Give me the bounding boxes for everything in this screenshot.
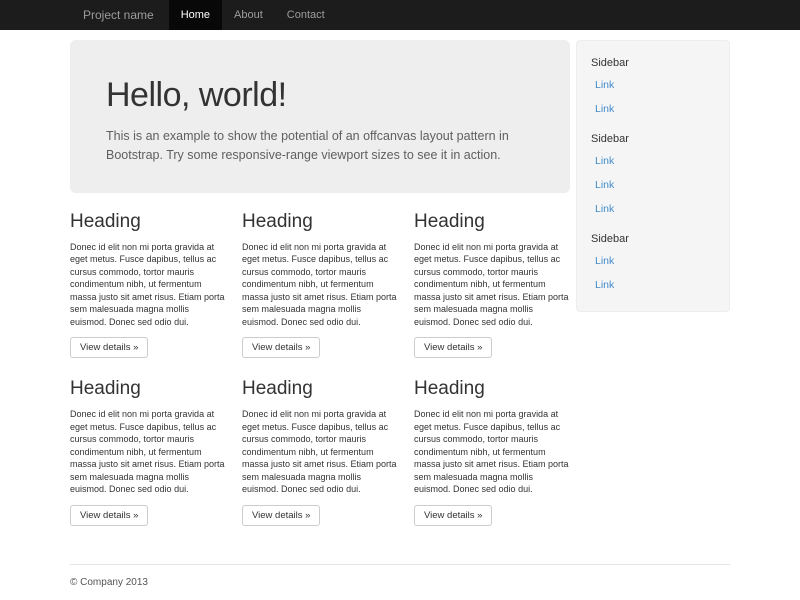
navbar-brand[interactable]: Project name — [70, 0, 169, 30]
sidebar-group: Sidebar Link Link Link — [591, 133, 715, 221]
card-heading: Heading — [242, 378, 398, 400]
card: Heading Donec id elit non mi porta gravi… — [242, 211, 398, 359]
card-body-text: Donec id elit non mi porta gravida at eg… — [242, 408, 398, 496]
card-heading: Heading — [70, 211, 226, 233]
sidebar-link[interactable]: Link — [591, 273, 715, 297]
copyright-text: © Company 2013 — [70, 577, 730, 588]
sidebar-group-title: Sidebar — [591, 233, 715, 245]
card-body-text: Donec id elit non mi porta gravida at eg… — [414, 408, 570, 496]
footer: © Company 2013 — [70, 564, 730, 600]
card-body-text: Donec id elit non mi porta gravida at eg… — [70, 241, 226, 329]
card-body-text: Donec id elit non mi porta gravida at eg… — [414, 241, 570, 329]
main-content: Hello, world! This is an example to show… — [70, 40, 570, 546]
sidebar-link[interactable]: Link — [591, 97, 715, 121]
sidebar-link[interactable]: Link — [591, 173, 715, 197]
sidebar-group: Sidebar Link Link — [591, 233, 715, 297]
card-body-text: Donec id elit non mi porta gravida at eg… — [242, 241, 398, 329]
card: Heading Donec id elit non mi porta gravi… — [414, 211, 570, 359]
view-details-button[interactable]: View details » — [242, 337, 320, 358]
card: Heading Donec id elit non mi porta gravi… — [414, 378, 570, 526]
sidebar-link[interactable]: Link — [591, 149, 715, 173]
card-heading: Heading — [70, 378, 226, 400]
card-heading: Heading — [242, 211, 398, 233]
card-heading: Heading — [414, 211, 570, 233]
cards-row-1: Heading Donec id elit non mi porta gravi… — [70, 211, 570, 359]
sidebar-group-title: Sidebar — [591, 57, 715, 69]
navbar-inner: Project name Home About Contact — [70, 0, 730, 30]
nav-item-contact[interactable]: Contact — [275, 0, 337, 30]
view-details-button[interactable]: View details » — [414, 505, 492, 526]
sidebar-link[interactable]: Link — [591, 249, 715, 273]
sidebar-link[interactable]: Link — [591, 73, 715, 97]
card-body-text: Donec id elit non mi porta gravida at eg… — [70, 408, 226, 496]
nav-item-home[interactable]: Home — [169, 0, 222, 30]
card-heading: Heading — [414, 378, 570, 400]
card: Heading Donec id elit non mi porta gravi… — [242, 378, 398, 526]
jumbotron-text: This is an example to show the potential… — [106, 127, 534, 165]
sidebar-group-title: Sidebar — [591, 133, 715, 145]
view-details-button[interactable]: View details » — [414, 337, 492, 358]
card: Heading Donec id elit non mi porta gravi… — [70, 378, 226, 526]
sidebar: Sidebar Link Link Sidebar Link Link Link… — [576, 40, 730, 312]
view-details-button[interactable]: View details » — [70, 505, 148, 526]
sidebar-group: Sidebar Link Link — [591, 57, 715, 121]
page-title: Hello, world! — [106, 76, 534, 115]
cards-row-2: Heading Donec id elit non mi porta gravi… — [70, 378, 570, 526]
view-details-button[interactable]: View details » — [70, 337, 148, 358]
sidebar-link[interactable]: Link — [591, 197, 715, 221]
navbar-menu: Home About Contact — [169, 0, 337, 30]
jumbotron: Hello, world! This is an example to show… — [70, 40, 570, 193]
view-details-button[interactable]: View details » — [242, 505, 320, 526]
nav-item-about[interactable]: About — [222, 0, 275, 30]
card: Heading Donec id elit non mi porta gravi… — [70, 211, 226, 359]
page-container: Hello, world! This is an example to show… — [70, 40, 730, 546]
navbar: Project name Home About Contact — [0, 0, 800, 30]
